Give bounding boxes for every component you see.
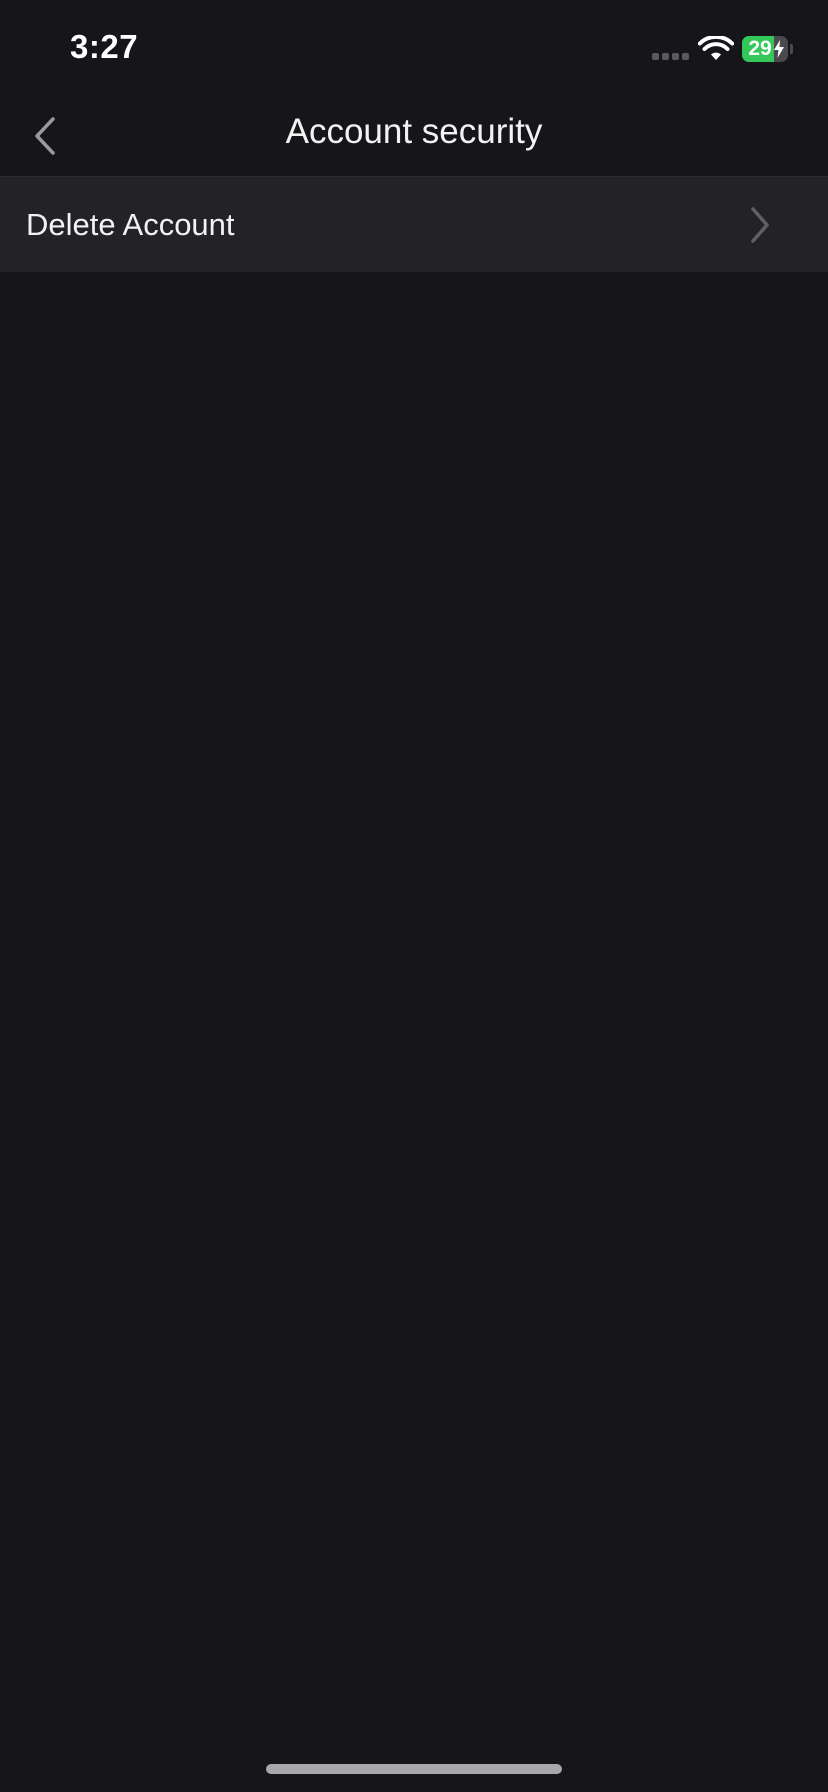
page-title: Account security [285,112,543,151]
status-time: 3:27 [70,28,139,65]
battery-percent: 29 [748,37,772,60]
battery-cap [790,44,793,54]
cellular-signal-icon [652,53,689,60]
wifi-icon [698,36,734,60]
delete-account-label: Delete Account [26,207,235,242]
status-bar: 3:27 29 [0,0,828,100]
home-indicator[interactable] [266,1764,562,1774]
chevron-right-icon [751,207,769,243]
navigation-bar: Account security [0,100,828,176]
battery-indicator: 29 [742,36,788,62]
charging-bolt-icon [774,40,784,58]
delete-account-row[interactable]: Delete Account [0,177,828,272]
